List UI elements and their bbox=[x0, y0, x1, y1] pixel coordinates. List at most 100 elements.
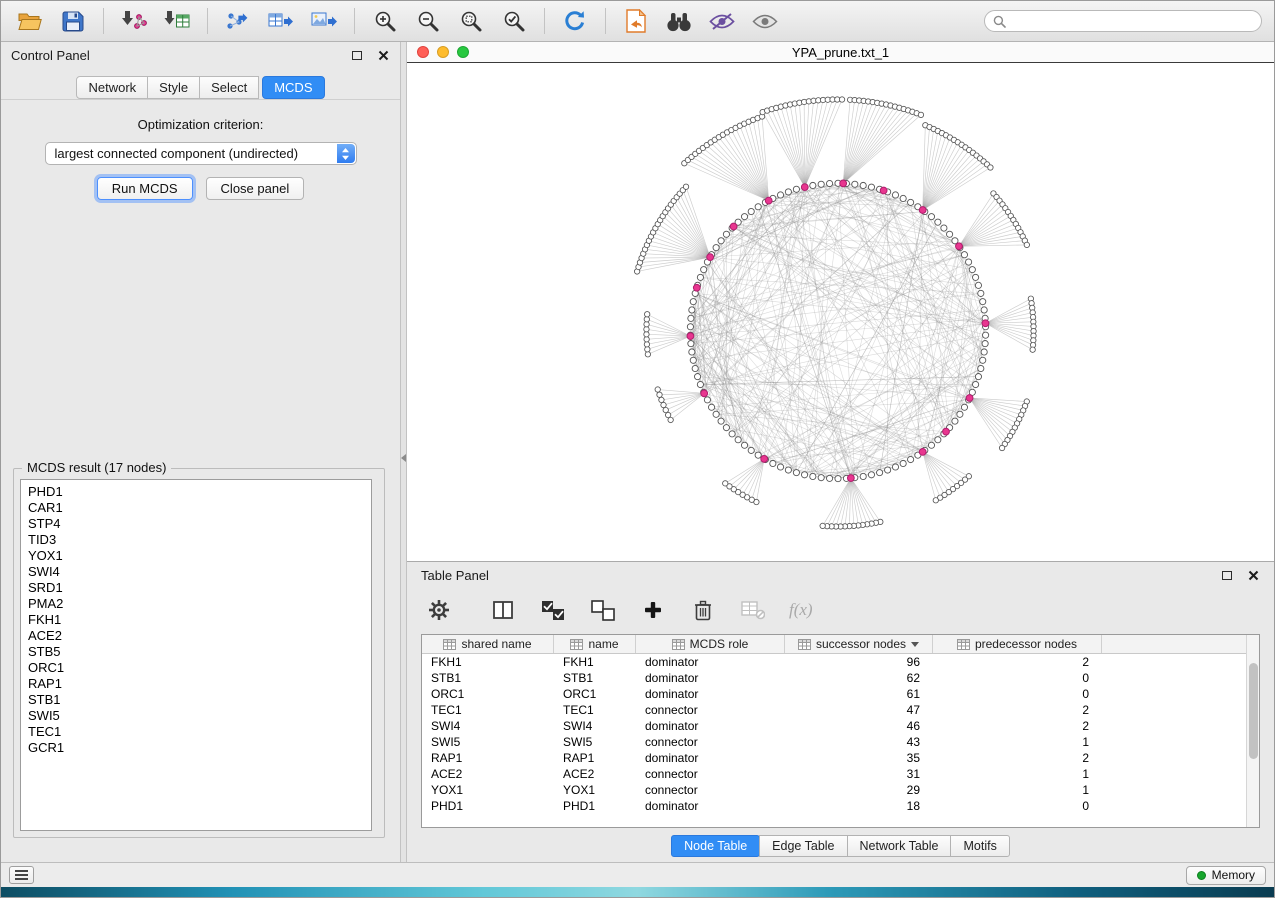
network-search-box[interactable] bbox=[984, 10, 1262, 32]
import-network-icon[interactable] bbox=[117, 5, 151, 37]
column-header-predecessor-nodes[interactable]: predecessor nodes bbox=[933, 635, 1102, 653]
table-cell: dominator bbox=[636, 686, 785, 702]
table-settings-gear-icon[interactable] bbox=[425, 596, 453, 624]
mcds-result-item[interactable]: TEC1 bbox=[21, 724, 371, 740]
export-image-icon[interactable] bbox=[307, 5, 341, 37]
table-cell: PHD1 bbox=[554, 798, 636, 814]
maximize-window-icon[interactable] bbox=[457, 46, 469, 58]
network-canvas[interactable] bbox=[407, 63, 1274, 561]
mcds-result-item[interactable]: STB5 bbox=[21, 644, 371, 660]
zoom-out-icon[interactable] bbox=[411, 5, 445, 37]
tab-select[interactable]: Select bbox=[199, 76, 259, 99]
toolbar-separator bbox=[544, 8, 545, 34]
zoom-selected-icon[interactable] bbox=[497, 5, 531, 37]
network-window-titlebar[interactable]: YPA_prune.txt_1 bbox=[407, 42, 1274, 63]
tab-edge-table[interactable]: Edge Table bbox=[759, 835, 847, 857]
deselect-all-rows-icon[interactable] bbox=[589, 596, 617, 624]
table-cell: connector bbox=[636, 734, 785, 750]
column-header-label: name bbox=[588, 637, 618, 651]
tab-network[interactable]: Network bbox=[76, 76, 148, 99]
mcds-result-item[interactable]: SWI5 bbox=[21, 708, 371, 724]
table-cell: SWI4 bbox=[422, 718, 554, 734]
table-cell-filler bbox=[1102, 718, 1246, 734]
column-header-name[interactable]: name bbox=[554, 635, 636, 653]
tab-motifs[interactable]: Motifs bbox=[950, 835, 1009, 857]
close-window-icon[interactable] bbox=[417, 46, 429, 58]
close-table-panel-icon[interactable] bbox=[1246, 568, 1260, 582]
zoom-in-icon[interactable] bbox=[368, 5, 402, 37]
zoom-fit-icon[interactable] bbox=[454, 5, 488, 37]
table-row[interactable]: SWI5SWI5connector431 bbox=[422, 734, 1246, 750]
table-row[interactable]: RAP1RAP1dominator352 bbox=[422, 750, 1246, 766]
export-network-icon[interactable] bbox=[221, 5, 255, 37]
table-cell: 2 bbox=[933, 654, 1102, 670]
mcds-result-item[interactable]: RAP1 bbox=[21, 676, 371, 692]
save-session-icon[interactable] bbox=[56, 5, 90, 37]
mcds-result-item[interactable]: FKH1 bbox=[21, 612, 371, 628]
collapse-panel-icon[interactable] bbox=[401, 454, 406, 462]
import-table-icon[interactable] bbox=[160, 5, 194, 37]
sort-menu-icon[interactable] bbox=[911, 642, 919, 647]
run-mcds-button[interactable]: Run MCDS bbox=[97, 177, 193, 200]
float-table-panel-icon[interactable] bbox=[1220, 568, 1234, 582]
table-row[interactable]: YOX1YOX1connector291 bbox=[422, 782, 1246, 798]
select-all-rows-icon[interactable] bbox=[539, 596, 567, 624]
mcds-result-item[interactable]: GCR1 bbox=[21, 740, 371, 756]
mcds-result-title: MCDS result (17 nodes) bbox=[22, 460, 171, 475]
mcds-result-item[interactable]: STP4 bbox=[21, 516, 371, 532]
delete-column-trash-icon[interactable] bbox=[689, 596, 717, 624]
tab-style[interactable]: Style bbox=[147, 76, 200, 99]
export-table-icon[interactable] bbox=[264, 5, 298, 37]
tab-mcds[interactable]: MCDS bbox=[262, 76, 324, 99]
tab-network-table[interactable]: Network Table bbox=[847, 835, 952, 857]
network-graph[interactable] bbox=[407, 63, 1274, 561]
share-document-icon[interactable] bbox=[619, 5, 653, 37]
mcds-result-item[interactable]: PHD1 bbox=[21, 484, 371, 500]
table-row[interactable]: SWI4SWI4dominator462 bbox=[422, 718, 1246, 734]
mcds-result-item[interactable]: PMA2 bbox=[21, 596, 371, 612]
mcds-result-item[interactable]: TID3 bbox=[21, 532, 371, 548]
mcds-result-item[interactable]: CAR1 bbox=[21, 500, 371, 516]
mcds-result-item[interactable]: YOX1 bbox=[21, 548, 371, 564]
column-header-successor-nodes[interactable]: successor nodes bbox=[785, 635, 933, 653]
table-row[interactable]: STB1STB1dominator620 bbox=[422, 670, 1246, 686]
mcds-result-item[interactable]: ORC1 bbox=[21, 660, 371, 676]
column-header-mcds-role[interactable]: MCDS role bbox=[636, 635, 785, 653]
table-cell: 0 bbox=[933, 798, 1102, 814]
create-column-plus-icon[interactable] bbox=[639, 596, 667, 624]
mcds-result-item[interactable]: SRD1 bbox=[21, 580, 371, 596]
table-cell-filler bbox=[1102, 798, 1246, 814]
apply-layout-icon[interactable] bbox=[558, 5, 592, 37]
close-panel-icon[interactable] bbox=[376, 48, 390, 62]
table-toolbar: f(x) bbox=[407, 588, 1274, 632]
column-header-shared-name[interactable]: shared name bbox=[422, 635, 554, 653]
show-graphics-details-icon[interactable] bbox=[705, 5, 739, 37]
scrollbar-thumb[interactable] bbox=[1249, 663, 1258, 759]
mcds-result-item[interactable]: ACE2 bbox=[21, 628, 371, 644]
show-columns-icon[interactable] bbox=[489, 596, 517, 624]
table-row[interactable]: ORC1ORC1dominator610 bbox=[422, 686, 1246, 702]
table-row[interactable]: FKH1FKH1dominator962 bbox=[422, 654, 1246, 670]
function-builder-icon: f(x) bbox=[789, 600, 813, 620]
table-row[interactable]: TEC1TEC1connector472 bbox=[422, 702, 1246, 718]
table-row[interactable]: PHD1PHD1dominator180 bbox=[422, 798, 1246, 814]
table-body: FKH1FKH1dominator962STB1STB1dominator620… bbox=[422, 654, 1246, 827]
close-panel-button[interactable]: Close panel bbox=[206, 177, 305, 200]
mcds-result-item[interactable]: SWI4 bbox=[21, 564, 371, 580]
mcds-result-item[interactable]: STB1 bbox=[21, 692, 371, 708]
mcds-result-list[interactable]: PHD1CAR1STP4TID3YOX1SWI4SRD1PMA2FKH1ACE2… bbox=[20, 479, 372, 831]
eye-icon[interactable] bbox=[748, 5, 782, 37]
tab-node-table[interactable]: Node Table bbox=[671, 835, 760, 857]
memory-button[interactable]: Memory bbox=[1186, 866, 1266, 885]
column-header-label: predecessor nodes bbox=[975, 637, 1077, 651]
table-column-icon bbox=[957, 639, 970, 650]
float-panel-icon[interactable] bbox=[350, 48, 364, 62]
status-menu-icon[interactable] bbox=[9, 866, 34, 884]
minimize-window-icon[interactable] bbox=[437, 46, 449, 58]
table-row[interactable]: ACE2ACE2connector311 bbox=[422, 766, 1246, 782]
table-scrollbar[interactable] bbox=[1246, 635, 1259, 827]
open-file-icon[interactable] bbox=[13, 5, 47, 37]
optimization-criterion-select[interactable]: largest connected component (undirected) bbox=[45, 142, 357, 165]
search-input[interactable] bbox=[1012, 14, 1253, 28]
search-binoculars-icon[interactable] bbox=[662, 5, 696, 37]
